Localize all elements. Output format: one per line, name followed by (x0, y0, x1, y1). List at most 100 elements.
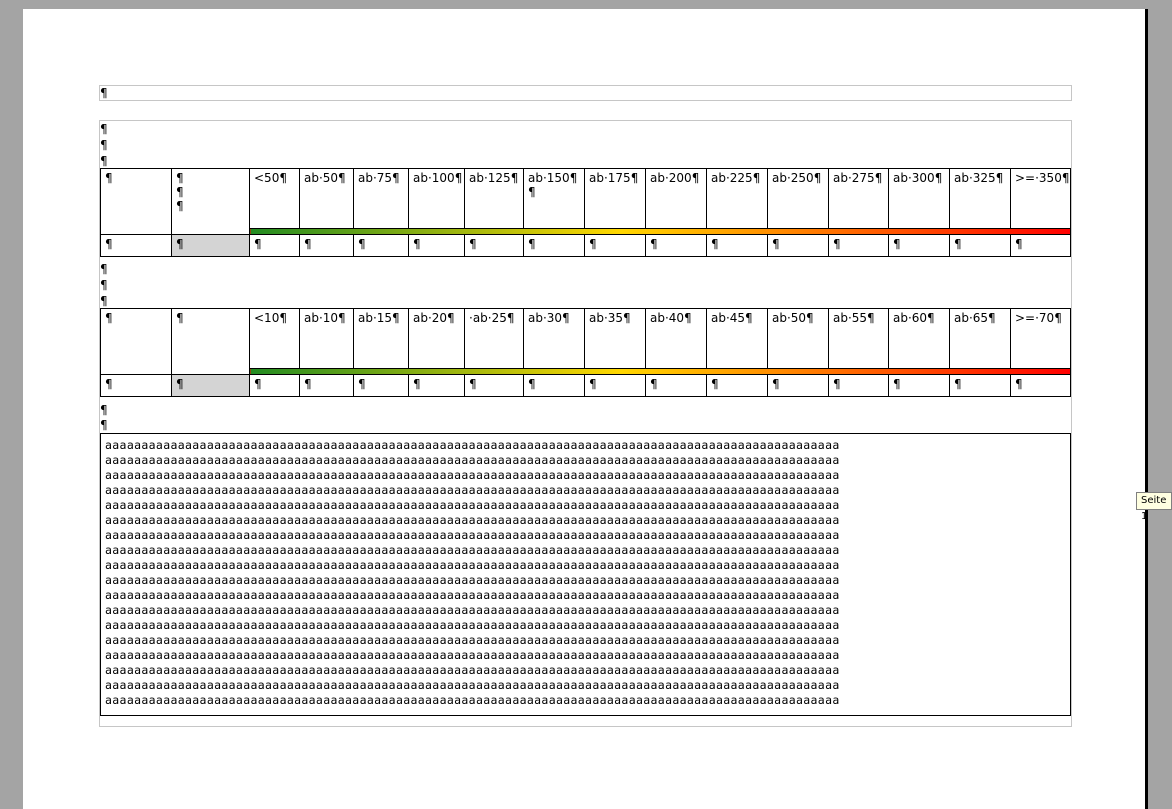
paragraph-mark[interactable]: ¶ (100, 294, 108, 308)
table-cell[interactable]: ¶ (523, 234, 585, 257)
bin-label[interactable]: ab·20¶ (408, 308, 465, 369)
text-line: aaaaaaaaaaaaaaaaaaaaaaaaaaaaaaaaaaaaaaaa… (105, 588, 840, 602)
table-cell[interactable]: ¶ (249, 374, 300, 397)
table-cell[interactable]: ¶ (828, 374, 889, 397)
header-row: ¶ ¶ ¶ ¶ <50¶ ab·50¶ ab·75¶ ab·100¶ ab·12… (100, 168, 1071, 235)
text-line: aaaaaaaaaaaaaaaaaaaaaaaaaaaaaaaaaaaaaaaa… (105, 573, 840, 587)
table-cell[interactable]: ¶ (706, 234, 768, 257)
bin-label[interactable]: ab·15¶ (353, 308, 409, 369)
table-cell[interactable]: ¶ (408, 374, 465, 397)
bin-label[interactable]: ab·325¶ (949, 168, 1011, 229)
bin-label[interactable]: ·ab·25¶ (464, 308, 524, 369)
bin-label[interactable]: ab·225¶ (706, 168, 768, 229)
table-cell[interactable]: ¶ (584, 234, 646, 257)
bin-label[interactable]: ab·100¶ (408, 168, 465, 229)
table-cell[interactable]: ¶ (645, 234, 707, 257)
bin-label[interactable]: ab·75¶ (353, 168, 409, 229)
bin-label[interactable]: ab·55¶ (828, 308, 889, 369)
table-cell[interactable]: ¶ (767, 374, 829, 397)
text-line: aaaaaaaaaaaaaaaaaaaaaaaaaaaaaaaaaaaaaaaa… (105, 528, 840, 542)
bin-label[interactable]: ab·50¶ (299, 168, 354, 229)
header-area-outline (99, 85, 1072, 101)
table-cell[interactable]: ¶ (100, 234, 172, 257)
table-cell[interactable]: ¶ (353, 374, 409, 397)
table-cell[interactable]: ¶ (171, 308, 250, 375)
cell-line: ¶ (176, 185, 184, 199)
table-cell[interactable]: ¶ (100, 374, 172, 397)
bin-label[interactable]: ab·275¶ (828, 168, 889, 229)
table-cell[interactable]: ¶ (249, 234, 300, 257)
table-cell[interactable]: ¶ (584, 374, 646, 397)
bin-label[interactable]: ab·45¶ (706, 308, 768, 369)
bin-label[interactable]: ab·200¶ (645, 168, 707, 229)
bin-label[interactable]: ab·250¶ (767, 168, 829, 229)
text-line: aaaaaaaaaaaaaaaaaaaaaaaaaaaaaaaaaaaaaaaa… (105, 468, 840, 482)
paragraph-mark[interactable]: ¶ (100, 262, 108, 276)
bin-label[interactable]: ab·175¶ (584, 168, 646, 229)
table-cell[interactable]: ¶ (1010, 234, 1071, 257)
paragraph-mark[interactable]: ¶ (100, 122, 108, 136)
bin-label[interactable]: ab·125¶ (464, 168, 524, 229)
text-line: aaaaaaaaaaaaaaaaaaaaaaaaaaaaaaaaaaaaaaaa… (105, 693, 840, 707)
text-line: aaaaaaaaaaaaaaaaaaaaaaaaaaaaaaaaaaaaaaaa… (105, 483, 840, 497)
table-cell[interactable]: ¶ (949, 234, 1011, 257)
table-cell[interactable]: ¶ ¶ ¶ (171, 168, 250, 235)
text-line: aaaaaaaaaaaaaaaaaaaaaaaaaaaaaaaaaaaaaaaa… (105, 663, 840, 677)
text-line: aaaaaaaaaaaaaaaaaaaaaaaaaaaaaaaaaaaaaaaa… (105, 438, 840, 452)
header-row: ¶ ¶ <10¶ ab·10¶ ab·15¶ ab·20¶ ·ab·25¶ ab… (100, 308, 1071, 375)
bin-label[interactable]: <50¶ (249, 168, 300, 229)
paragraph-mark[interactable]: ¶ (100, 403, 108, 417)
bin-label[interactable]: ab·10¶ (299, 308, 354, 369)
bin-label[interactable]: ab·65¶ (949, 308, 1011, 369)
table-cell[interactable]: ¶ (299, 234, 354, 257)
cell-line: ab·150¶ (528, 171, 578, 185)
table-cell[interactable]: ¶ (353, 234, 409, 257)
header-pilcrow[interactable]: ¶ (100, 86, 108, 100)
text-line: aaaaaaaaaaaaaaaaaaaaaaaaaaaaaaaaaaaaaaaa… (105, 678, 840, 692)
bin-label[interactable]: ab·300¶ (888, 168, 950, 229)
range-table-1[interactable]: ¶ ¶ ¶ ¶ <50¶ ab·50¶ ab·75¶ ab·100¶ ab·12… (100, 168, 1071, 257)
table-cell[interactable]: ¶ (888, 234, 950, 257)
bin-label[interactable]: ab·40¶ (645, 308, 707, 369)
text-line: aaaaaaaaaaaaaaaaaaaaaaaaaaaaaaaaaaaaaaaa… (105, 603, 840, 617)
text-line: aaaaaaaaaaaaaaaaaaaaaaaaaaaaaaaaaaaaaaaa… (105, 618, 840, 632)
text-line: aaaaaaaaaaaaaaaaaaaaaaaaaaaaaaaaaaaaaaaa… (105, 633, 840, 647)
table-cell[interactable]: ¶ (100, 168, 172, 235)
bin-label[interactable]: >=·350¶ (1010, 168, 1071, 229)
bin-label[interactable]: <10¶ (249, 308, 300, 369)
text-line: aaaaaaaaaaaaaaaaaaaaaaaaaaaaaaaaaaaaaaaa… (105, 498, 840, 512)
text-box[interactable]: aaaaaaaaaaaaaaaaaaaaaaaaaaaaaaaaaaaaaaaa… (100, 433, 1071, 716)
table-cell[interactable]: ¶ (523, 374, 585, 397)
paragraph-mark[interactable]: ¶ (100, 154, 108, 168)
cell-line: ¶ (176, 171, 184, 185)
bin-label[interactable]: ab·60¶ (888, 308, 950, 369)
range-table-2[interactable]: ¶ ¶ <10¶ ab·10¶ ab·15¶ ab·20¶ ·ab·25¶ ab… (100, 308, 1071, 397)
table-cell[interactable]: ¶ (706, 374, 768, 397)
table-cell[interactable]: ¶ (100, 308, 172, 375)
table-cell[interactable]: ¶ (1010, 374, 1071, 397)
table-cell[interactable]: ¶ (949, 374, 1011, 397)
bin-label[interactable]: ab·35¶ (584, 308, 646, 369)
shaded-cell[interactable]: ¶ (171, 234, 250, 257)
paragraph-mark[interactable]: ¶ (100, 278, 108, 292)
table-cell[interactable]: ¶ (828, 234, 889, 257)
bin-label[interactable]: ab·50¶ (767, 308, 829, 369)
table-cell[interactable]: ¶ (767, 234, 829, 257)
bin-label[interactable]: ab·30¶ (523, 308, 585, 369)
paragraph-mark[interactable]: ¶ (100, 138, 108, 152)
table-cell[interactable]: ¶ (408, 234, 465, 257)
table-cell[interactable]: ¶ (464, 374, 524, 397)
page-tooltip: Seite 1 (1136, 492, 1172, 522)
table-cell[interactable]: ¶ (645, 374, 707, 397)
text-line: aaaaaaaaaaaaaaaaaaaaaaaaaaaaaaaaaaaaaaaa… (105, 513, 840, 527)
text-line: aaaaaaaaaaaaaaaaaaaaaaaaaaaaaaaaaaaaaaaa… (105, 648, 840, 662)
text-line: aaaaaaaaaaaaaaaaaaaaaaaaaaaaaaaaaaaaaaaa… (105, 453, 840, 467)
paragraph-mark[interactable]: ¶ (100, 418, 108, 432)
table-cell[interactable]: ¶ (888, 374, 950, 397)
table-cell[interactable]: ¶ (299, 374, 354, 397)
bin-label[interactable]: >=·70¶ (1010, 308, 1071, 369)
table-cell[interactable]: ¶ (464, 234, 524, 257)
text-line: aaaaaaaaaaaaaaaaaaaaaaaaaaaaaaaaaaaaaaaa… (105, 543, 840, 557)
shaded-cell[interactable]: ¶ (171, 374, 250, 397)
bin-label[interactable]: ab·150¶ ¶ (523, 168, 585, 229)
